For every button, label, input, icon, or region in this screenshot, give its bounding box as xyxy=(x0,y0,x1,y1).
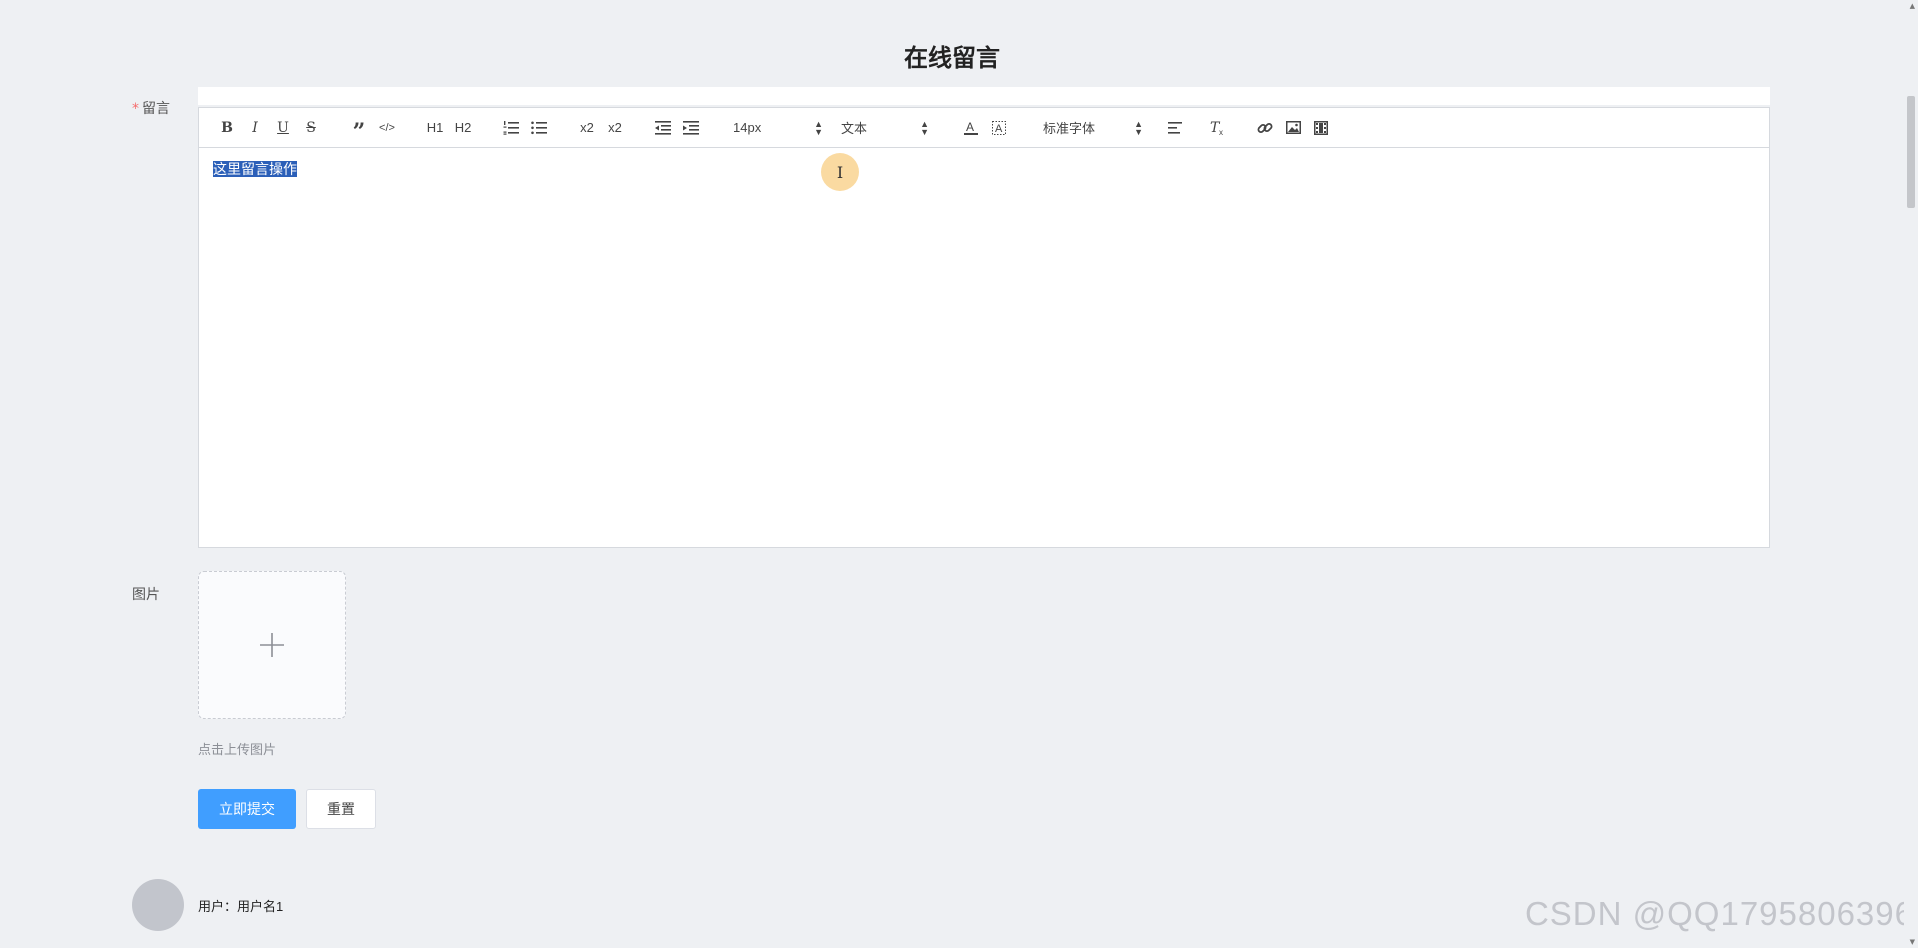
video-icon[interactable] xyxy=(1307,116,1335,140)
outdent-icon[interactable] xyxy=(649,116,677,140)
toolbar-group-block: ” </> xyxy=(345,112,401,145)
editor-top-strip xyxy=(198,87,1770,105)
code-block-button[interactable]: </> xyxy=(373,116,401,140)
subscript-label: x2 xyxy=(580,120,594,135)
editor-content-area[interactable]: 这里留言操作 I xyxy=(199,148,1769,548)
plus-icon xyxy=(260,633,284,657)
indent-icon[interactable] xyxy=(677,116,705,140)
toolbar-group-script: x2 x2 xyxy=(573,116,629,140)
toolbar-group-indent xyxy=(649,116,705,140)
svg-text:x: x xyxy=(1219,128,1223,136)
page-title: 在线留言 xyxy=(904,44,1000,72)
link-icon[interactable] xyxy=(1251,116,1279,140)
svg-text:A: A xyxy=(995,123,1003,135)
superscript-label: x2 xyxy=(608,120,622,135)
message-label-text: 留言 xyxy=(142,101,170,117)
image-upload-box[interactable] xyxy=(198,571,346,719)
subscript-button[interactable]: x2 xyxy=(573,116,601,140)
rich-text-editor[interactable]: B I U S ” </> H1 H2 x2 x2 14px ▲ ▼ 文本 ▲ … xyxy=(198,107,1770,548)
underline-button[interactable]: U xyxy=(269,116,297,140)
page-scrollbar[interactable]: ▲ ▼ xyxy=(1904,0,1918,948)
header-select-value: 文本 xyxy=(841,121,868,136)
toolbar-group-color: A A xyxy=(957,116,1013,140)
select-caret-icon: ▲ ▼ xyxy=(1134,118,1143,137)
text-cursor-icon: I xyxy=(821,153,859,191)
select-caret-icon: ▲ ▼ xyxy=(814,118,823,137)
blockquote-button[interactable]: ” xyxy=(345,112,373,145)
message-label: * 留言 xyxy=(132,98,170,118)
clear-format-icon[interactable]: Tx xyxy=(1203,116,1231,140)
upload-tip: 点击上传图片 xyxy=(198,743,277,758)
image-icon[interactable] xyxy=(1279,116,1307,140)
toolbar-group-heading: H1 H2 xyxy=(421,116,477,140)
font-size-select[interactable]: 14px ▲ ▼ xyxy=(733,116,823,140)
header-select[interactable]: 文本 ▲ ▼ xyxy=(841,116,929,140)
font-family-value: 标准字体 xyxy=(1043,121,1096,136)
toolbar-group-insert xyxy=(1251,116,1335,140)
strike-button[interactable]: S xyxy=(297,116,325,140)
toolbar-group-list xyxy=(497,116,553,140)
submit-button[interactable]: 立即提交 xyxy=(198,789,296,829)
background-color-icon[interactable]: A xyxy=(985,116,1013,140)
scroll-down-icon[interactable]: ▼ xyxy=(1910,938,1915,946)
required-mark: * xyxy=(132,101,139,117)
avatar xyxy=(132,879,184,931)
font-color-icon[interactable]: A xyxy=(957,116,985,140)
editor-toolbar: B I U S ” </> H1 H2 x2 x2 14px ▲ ▼ 文本 ▲ … xyxy=(199,108,1769,148)
italic-button[interactable]: I xyxy=(241,116,269,140)
bullet-list-icon[interactable] xyxy=(525,116,553,140)
reset-button[interactable]: 重置 xyxy=(306,789,376,829)
watermark: CSDN @QQ1795806396 xyxy=(1524,895,1914,932)
font-size-value: 14px xyxy=(733,120,762,135)
comment-user: 用户：用户名1 xyxy=(198,896,283,915)
align-left-icon[interactable] xyxy=(1161,116,1189,140)
svg-text:A: A xyxy=(966,120,974,134)
ordered-list-icon[interactable] xyxy=(497,116,525,140)
h2-button[interactable]: H2 xyxy=(449,116,477,140)
comment-user-name: 用户名1 xyxy=(237,899,284,914)
font-family-select[interactable]: 标准字体 ▲ ▼ xyxy=(1043,116,1143,140)
scroll-up-icon[interactable]: ▲ xyxy=(1910,2,1915,10)
superscript-button[interactable]: x2 xyxy=(601,116,629,140)
toolbar-group-align: Tx xyxy=(1161,116,1231,140)
scroll-thumb[interactable] xyxy=(1907,96,1915,208)
image-label: 图片 xyxy=(132,587,160,603)
comment-user-label: 用户： xyxy=(198,899,238,914)
select-caret-icon: ▲ ▼ xyxy=(920,118,929,137)
h1-button[interactable]: H1 xyxy=(421,116,449,140)
toolbar-group-format: B I U S xyxy=(213,116,325,140)
page: 在线留言 * 留言 B I U S ” </> H1 H2 x2 x2 14px… xyxy=(0,0,1918,948)
editor-selected-text[interactable]: 这里留言操作 xyxy=(213,161,297,177)
bold-button[interactable]: B xyxy=(213,116,241,140)
